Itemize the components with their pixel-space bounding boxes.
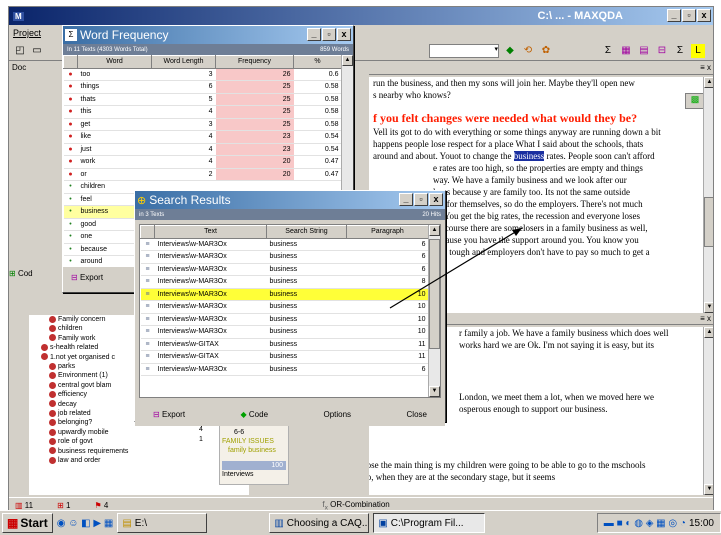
maxqda-icon: ▣: [378, 517, 388, 529]
start-button[interactable]: ▦ Start: [2, 513, 53, 533]
clock: 15:00: [688, 517, 714, 529]
folder-icon: ▤: [122, 517, 132, 529]
document-icon: ▥: [274, 517, 284, 529]
task-explorer[interactable]: ▤ E:\: [117, 513, 208, 533]
annotation-arrow: [389, 227, 523, 309]
taskbar: ▦ Start ◉ ☺ ◧ ▶ ▦ ▤ E:\ ▥ Choosing a CAQ...…: [0, 510, 721, 535]
task-word[interactable]: ▥ Choosing a CAQ...: [269, 513, 370, 533]
task-maxqda[interactable]: ▣ C:\Program Fil...: [373, 513, 486, 533]
windows-logo-icon: ▦: [7, 516, 19, 530]
tray-icons[interactable]: ▬ ■ ◐ ◍ ◈ ▦ ◎ ◔: [604, 518, 686, 529]
system-tray: ▬ ■ ◐ ◍ ◈ ▦ ◎ ◔ 15:00: [596, 513, 721, 533]
quicklaunch-icons[interactable]: ◉ ☺ ◧ ▶ ▦: [57, 518, 114, 529]
